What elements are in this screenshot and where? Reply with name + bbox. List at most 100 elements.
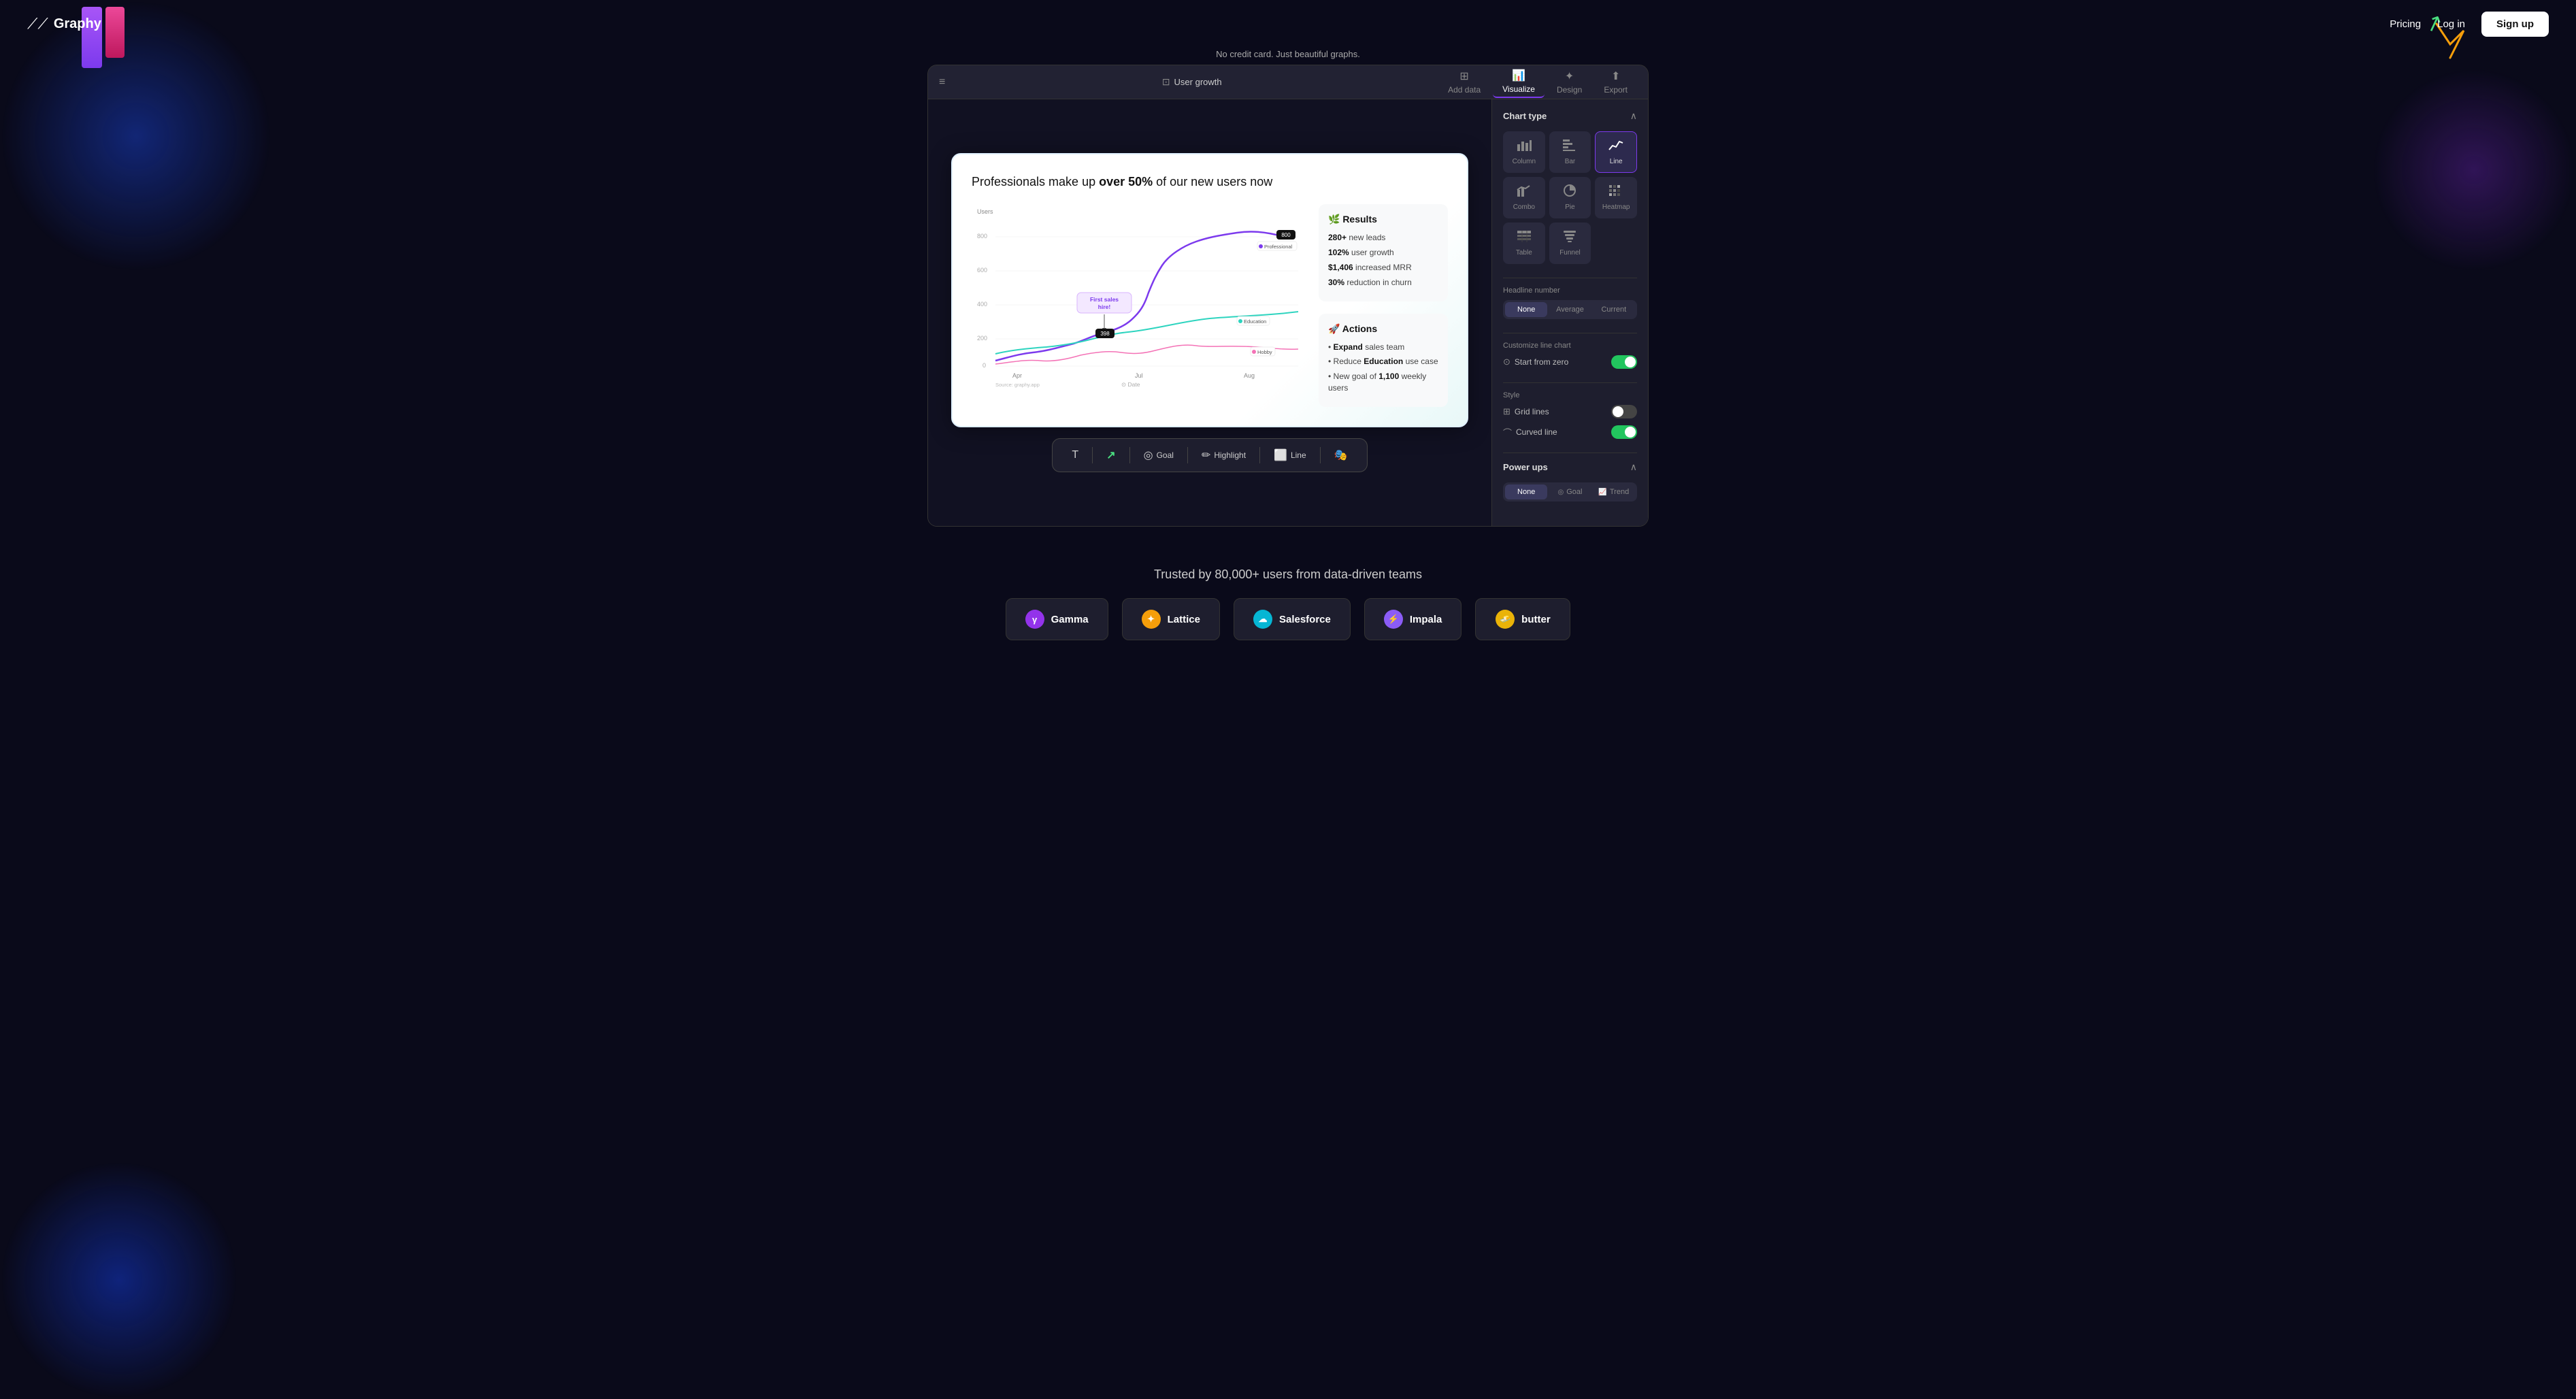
- chart-type-heatmap[interactable]: Heatmap: [1595, 177, 1637, 218]
- chart-type-combo[interactable]: Combo: [1503, 177, 1545, 218]
- toolbar-text[interactable]: T: [1063, 445, 1087, 465]
- logo-impala: ⚡ Impala: [1364, 598, 1462, 640]
- logo-butter: 🧈 butter: [1475, 598, 1570, 640]
- divider-4: [1503, 452, 1637, 453]
- svg-text:Jul: Jul: [1135, 372, 1143, 379]
- tab-add-data-label: Add data: [1448, 85, 1481, 95]
- app-window: ≡ ⊡ User growth ⊞ Add data 📊 Visualize ✦…: [927, 65, 1649, 527]
- highlight-icon: ✏: [1202, 448, 1210, 462]
- toolbar-highlight[interactable]: ✏ Highlight: [1193, 444, 1254, 466]
- tab-add-data[interactable]: ⊞ Add data: [1438, 67, 1490, 97]
- action-item-3: • New goal of 1,100 weekly users: [1328, 371, 1438, 394]
- grid-icon: ⊞: [1503, 406, 1510, 417]
- arrow-icon: ↗: [1106, 448, 1115, 462]
- toolbar-arrow[interactable]: ↗: [1098, 444, 1123, 466]
- chevron-up-icon: ∧: [1630, 110, 1637, 122]
- curved-line-toggle[interactable]: [1611, 425, 1637, 439]
- powerups-header: Power ups ∧: [1503, 461, 1637, 473]
- action-item-1: • Expand sales team: [1328, 342, 1438, 353]
- tab-design-label: Design: [1557, 85, 1582, 95]
- result-item-2: 102% user growth: [1328, 247, 1438, 259]
- svg-text:First sales: First sales: [1090, 296, 1119, 303]
- grid-lines-toggle[interactable]: [1611, 405, 1637, 418]
- toggle-knob-grid: [1613, 406, 1623, 417]
- powerup-goal[interactable]: ◎ Goal: [1549, 484, 1591, 499]
- svg-text:0: 0: [982, 362, 986, 369]
- svg-text:⊙ Date: ⊙ Date: [1121, 381, 1140, 388]
- svg-text:hire!: hire!: [1098, 303, 1111, 310]
- chart-type-funnel[interactable]: Funnel: [1549, 223, 1591, 264]
- impala-logo-circle: ⚡: [1384, 610, 1403, 629]
- svg-text:200: 200: [977, 335, 987, 342]
- svg-text:800: 800: [1281, 232, 1291, 238]
- chart-type-pie[interactable]: Pie: [1549, 177, 1591, 218]
- powerup-none[interactable]: None: [1505, 484, 1547, 499]
- start-zero-icon: ⊙: [1503, 357, 1510, 367]
- chart-type-grid: Column Bar: [1503, 131, 1637, 264]
- toolbar-divider-1: [1092, 447, 1093, 463]
- app-content: Professionals make up over 50% of our ne…: [928, 99, 1648, 526]
- combo-chart-icon: [1517, 184, 1532, 200]
- signup-button[interactable]: Sign up: [2481, 12, 2549, 37]
- pill-average[interactable]: Average: [1549, 302, 1591, 317]
- pie-chart-icon: [1562, 184, 1577, 200]
- chart-svg: Users 800 600 400 200 0: [972, 204, 1305, 388]
- funnel-icon: [1562, 230, 1577, 246]
- toolbar-help[interactable]: 🎭: [1326, 444, 1356, 466]
- chart-type-line[interactable]: Line: [1595, 131, 1637, 173]
- tab-export[interactable]: ⬆ Export: [1594, 67, 1637, 97]
- chart-type-bar[interactable]: Bar: [1549, 131, 1591, 173]
- chart-card: Professionals make up over 50% of our ne…: [951, 153, 1468, 427]
- chart-type-table[interactable]: Table: [1503, 223, 1545, 264]
- toolbar-highlight-label: Highlight: [1214, 450, 1246, 460]
- grid-lines-row: ⊞ Grid lines: [1503, 405, 1637, 418]
- customize-title: Customize line chart: [1503, 342, 1637, 350]
- toolbar-divider-4: [1259, 447, 1260, 463]
- chart-main-area: Users 800 600 400 200 0: [972, 204, 1448, 406]
- trend-icon: 📈: [1598, 489, 1606, 496]
- nav-login[interactable]: Log in: [2437, 18, 2465, 30]
- chart-title-prefix: Professionals make up: [972, 175, 1099, 188]
- tab-export-label: Export: [1604, 85, 1628, 95]
- start-from-zero-row: ⊙ Start from zero: [1503, 355, 1637, 369]
- toolbar-goal[interactable]: ◎ Goal: [1136, 444, 1182, 466]
- hamburger-icon[interactable]: ≡: [939, 76, 945, 88]
- tab-design[interactable]: ✦ Design: [1547, 67, 1591, 97]
- butter-name: butter: [1521, 614, 1551, 625]
- tab-visualize[interactable]: 📊 Visualize: [1493, 66, 1545, 98]
- trusted-title: Trusted by 80,000+ users from data-drive…: [0, 567, 2576, 582]
- svg-text:400: 400: [977, 301, 987, 308]
- sidebar-powerups-section: Power ups ∧ None ◎ Goal 📈 Trend: [1503, 461, 1637, 501]
- nav-pricing[interactable]: Pricing: [2390, 18, 2421, 30]
- sidebar-headline-section: Headline number None Average Current: [1503, 286, 1637, 319]
- design-icon: ✦: [1565, 69, 1574, 83]
- powerup-trend[interactable]: 📈 Trend: [1593, 484, 1635, 499]
- chart-type-column[interactable]: Column: [1503, 131, 1545, 173]
- lattice-logo-circle: ✦: [1142, 610, 1161, 629]
- gamma-name: Gamma: [1051, 614, 1089, 625]
- pill-none[interactable]: None: [1505, 302, 1547, 317]
- help-icon: 🎭: [1334, 448, 1348, 462]
- impala-name: Impala: [1410, 614, 1442, 625]
- start-from-zero-toggle[interactable]: [1611, 355, 1637, 369]
- toolbar-pill: T ↗ ◎ Goal ✏: [1052, 438, 1367, 472]
- toggle-knob: [1625, 357, 1636, 367]
- salesforce-name: Salesforce: [1279, 614, 1331, 625]
- result-item-1: 280+ new leads: [1328, 232, 1438, 244]
- column-chart-icon: [1517, 139, 1532, 154]
- svg-text:Source: graphy.app: Source: graphy.app: [995, 382, 1040, 388]
- toolbar-divider-5: [1320, 447, 1321, 463]
- trusted-section: Trusted by 80,000+ users from data-drive…: [0, 540, 2576, 654]
- result-item-3: $1,406 increased MRR: [1328, 262, 1438, 274]
- pill-current[interactable]: Current: [1593, 302, 1635, 317]
- gamma-logo-circle: γ: [1025, 610, 1044, 629]
- line-label: Line: [1610, 158, 1623, 165]
- toolbar-line[interactable]: ⬜ Line: [1266, 444, 1315, 466]
- bar-label: Bar: [1565, 158, 1576, 165]
- start-from-zero-text: Start from zero: [1515, 357, 1568, 367]
- logo-icon: ⟋⟋: [27, 15, 48, 33]
- chart-area: Professionals make up over 50% of our ne…: [928, 99, 1491, 526]
- sidebar-chart-type-header: Chart type ∧: [1503, 110, 1637, 122]
- logo-salesforce: ☁ Salesforce: [1234, 598, 1351, 640]
- sidebar-customize-section: Customize line chart ⊙ Start from zero: [1503, 342, 1637, 369]
